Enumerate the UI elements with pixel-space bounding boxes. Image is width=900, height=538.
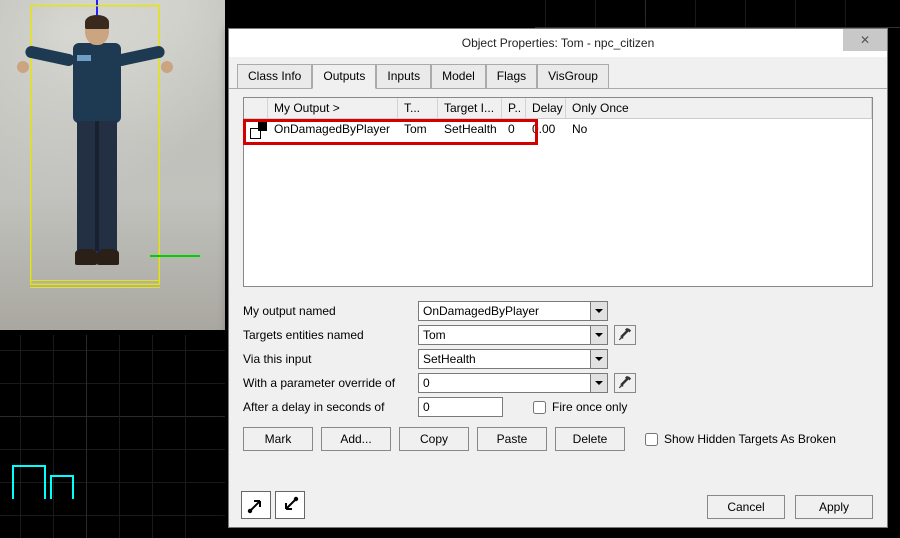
- col-delay[interactable]: Delay: [526, 98, 566, 118]
- chevron-down-icon[interactable]: [590, 326, 607, 344]
- col-once[interactable]: Only Once: [566, 98, 872, 118]
- show-hidden-input[interactable]: [645, 433, 658, 446]
- object-properties-dialog: Object Properties: Tom - npc_citizen ✕ C…: [228, 28, 888, 528]
- cancel-button[interactable]: Cancel: [707, 495, 785, 519]
- paste-button[interactable]: Paste: [477, 427, 547, 451]
- dialog-title: Object Properties: Tom - npc_citizen: [462, 36, 655, 50]
- chevron-down-icon[interactable]: [590, 374, 607, 392]
- show-hidden-checkbox[interactable]: Show Hidden Targets As Broken: [645, 432, 836, 446]
- chevron-down-icon[interactable]: [590, 350, 607, 368]
- viewport-3d[interactable]: [0, 0, 225, 330]
- output-name-combo[interactable]: OnDamagedByPlayer: [418, 301, 608, 321]
- apply-button[interactable]: Apply: [795, 495, 873, 519]
- param-override-combo[interactable]: 0: [418, 373, 608, 393]
- tab-strip: Class Info Outputs Inputs Model Flags Vi…: [229, 57, 887, 89]
- axis-x: [150, 255, 200, 257]
- tab-visgroup[interactable]: VisGroup: [537, 64, 609, 89]
- eyedropper-icon: [618, 328, 632, 342]
- npc-model: [45, 15, 145, 275]
- table-row[interactable]: OnDamagedByPlayer Tom SetHealth 0 0.00 N…: [244, 119, 872, 142]
- col-icon[interactable]: [244, 98, 268, 118]
- tab-outputs[interactable]: Outputs: [312, 64, 376, 89]
- action-bar: Mark Add... Copy Paste Delete Show Hidde…: [243, 427, 873, 451]
- viewport-grid-top[interactable]: [535, 0, 900, 28]
- bbox-base: [30, 280, 160, 288]
- dialog-footer: Cancel Apply: [707, 495, 873, 519]
- target-entity-combo[interactable]: Tom: [418, 325, 608, 345]
- outputs-panel: My Output > T... Target I... P.. Delay O…: [229, 89, 887, 461]
- add-button[interactable]: Add...: [321, 427, 391, 451]
- eyedropper-param-button[interactable]: [614, 373, 636, 393]
- titlebar[interactable]: Object Properties: Tom - npc_citizen ✕: [229, 29, 887, 57]
- label-delay: After a delay in seconds of: [243, 400, 418, 414]
- tab-class-info[interactable]: Class Info: [237, 64, 312, 89]
- outputs-table[interactable]: My Output > T... Target I... P.. Delay O…: [243, 97, 873, 287]
- tab-model[interactable]: Model: [431, 64, 486, 89]
- copy-button[interactable]: Copy: [399, 427, 469, 451]
- col-output[interactable]: My Output >: [268, 98, 398, 118]
- col-target[interactable]: T...: [398, 98, 438, 118]
- collapse-icon-button[interactable]: [275, 491, 305, 519]
- arrow-collapse-icon: [280, 495, 300, 515]
- tab-flags[interactable]: Flags: [486, 64, 537, 89]
- eyedropper-target-button[interactable]: [614, 325, 636, 345]
- label-target: Targets entities named: [243, 328, 418, 342]
- tab-inputs[interactable]: Inputs: [376, 64, 431, 89]
- table-header: My Output > T... Target I... P.. Delay O…: [244, 98, 872, 119]
- label-input: Via this input: [243, 352, 418, 366]
- expand-icon-button[interactable]: [241, 491, 271, 519]
- close-icon: ✕: [860, 33, 870, 47]
- eyedropper-icon: [618, 376, 632, 390]
- fire-once-input[interactable]: [533, 401, 546, 414]
- label-param: With a parameter override of: [243, 376, 418, 390]
- viewport-grid-side[interactable]: [0, 335, 225, 538]
- delay-input[interactable]: [418, 397, 503, 417]
- io-icon: [250, 122, 270, 136]
- fire-once-checkbox[interactable]: Fire once only: [533, 400, 708, 414]
- input-name-combo[interactable]: SetHealth: [418, 349, 608, 369]
- label-output: My output named: [243, 304, 418, 318]
- chevron-down-icon[interactable]: [590, 302, 607, 320]
- mark-button[interactable]: Mark: [243, 427, 313, 451]
- output-form: My output named OnDamagedByPlayer Target…: [243, 301, 873, 417]
- arrow-expand-icon: [246, 495, 266, 515]
- delete-button[interactable]: Delete: [555, 427, 625, 451]
- col-input[interactable]: Target I...: [438, 98, 502, 118]
- col-param[interactable]: P..: [502, 98, 526, 118]
- close-button[interactable]: ✕: [843, 29, 887, 51]
- nav-icons: [241, 491, 305, 519]
